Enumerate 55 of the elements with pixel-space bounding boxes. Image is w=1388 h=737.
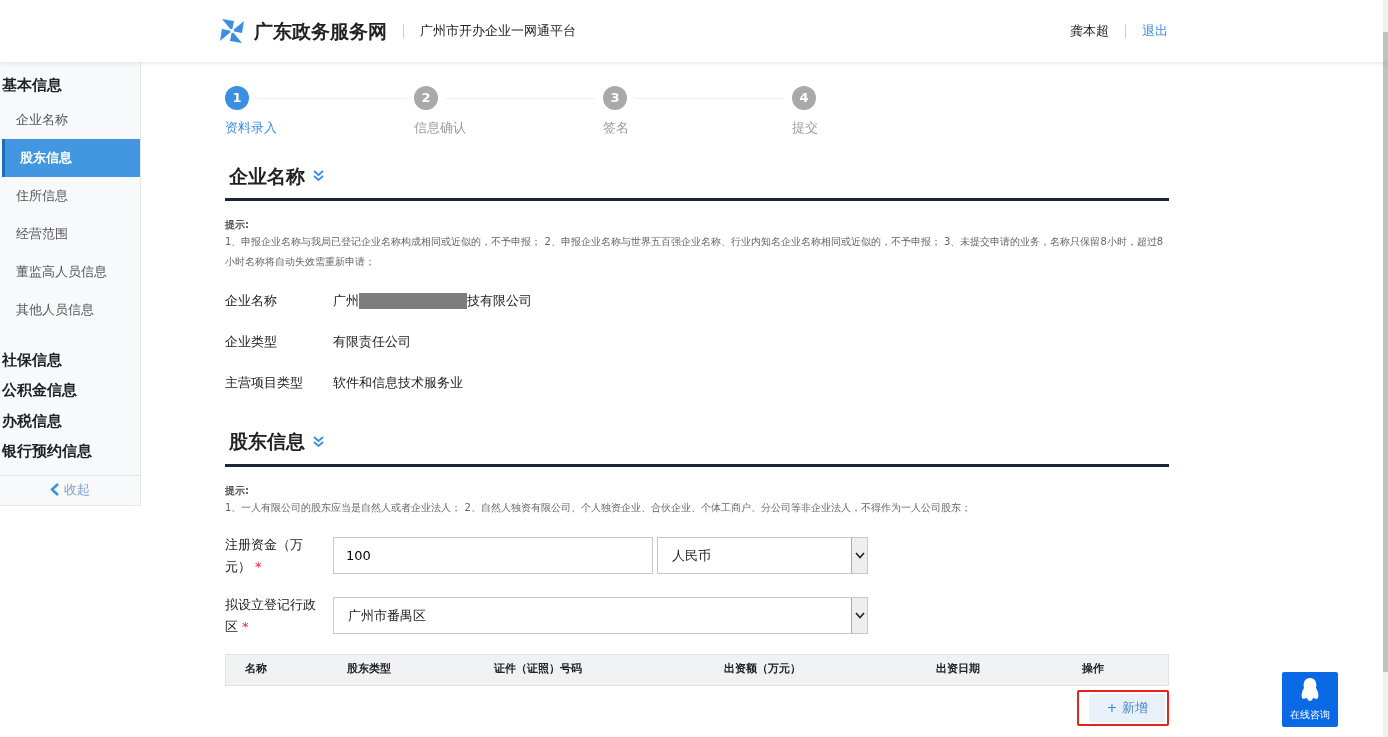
column-header: 证件（证照）号码 [494,662,582,676]
field-value: 广州 技有限公司 [333,291,532,311]
column-header: 出资日期 [936,662,980,676]
tip-title: 提示: [225,218,250,232]
field-value: 软件和信息技术服务业 [333,373,463,392]
sidebar-item[interactable]: 经营范围 [2,214,140,253]
field-label: 企业类型 [225,332,278,351]
chevron-left-icon [50,482,60,496]
section-title: 股东信息 [229,429,305,454]
double-chevron-down-icon[interactable] [313,435,324,447]
column-header: 名称 [245,662,267,676]
platform-title: 广州市开办企业一网通平台 [420,22,576,41]
pinwheel-logo-icon [218,17,246,45]
field-label: 主营项目类型 [225,373,304,392]
sidebar-item[interactable]: 其他人员信息 [2,290,140,329]
tip-text: 1、申报企业名称与我局已登记企业名称构成相同或近似的，不予申报； 2、申报企业名称与世界五百强企业名称、行业内知名企业名称相同或近似的，不予申报； 3、未提交申请的业务，名称只保留8小时，超过8小时名称将自动失效需重新申请； [225,235,1165,269]
penguin-icon [1300,677,1320,703]
add-button[interactable]: + 新增 [1089,693,1165,722]
double-chevron-down-icon[interactable] [313,170,324,182]
sidebar-item[interactable]: 企业名称 [2,100,140,139]
column-header: 股东类型 [347,662,391,676]
step-label: 提交 [792,120,818,135]
sidebar-item[interactable]: 住所信息 [2,176,140,215]
field-label: 拟设立登记行政区 * [225,595,317,636]
column-header: 操作 [1082,662,1104,676]
step-number: 3 [603,86,627,110]
step-label: 资料录入 [225,120,277,135]
select-field[interactable]: 人民币 [657,537,868,574]
chevron-down-icon [854,612,865,619]
sidebar-group-title[interactable]: 社保信息 [0,344,140,375]
section-title: 企业名称 [229,163,305,189]
sidebar-group-title[interactable]: 银行预约信息 [0,436,140,467]
step-label: 签名 [603,120,629,135]
input-field[interactable]: 100 [333,537,653,574]
sidebar-group-title[interactable]: 公积金信息 [0,375,140,406]
tip-text: 1、一人有限公司的股东应当是自然人或者企业法人； 2、自然人独资有限公司、个人独资企业、合伙企业、个体工商户、分公司等非企业法人，不得作为一人公司股东； [225,500,972,515]
tip-title: 提示: [225,483,250,498]
field-value: 有限责任公司 [333,332,411,351]
step-number: 2 [414,86,438,110]
column-header: 出资额（万元） [723,662,801,676]
select-field[interactable]: 广州市番禺区 [333,597,868,634]
sidebar-item[interactable]: 董监高人员信息 [2,252,140,291]
step-number: 1 [225,86,249,110]
site-title: 广东政务服务网 [254,18,387,44]
step-label: 信息确认 [414,120,466,135]
sidebar-group-title[interactable]: 基本信息 [0,70,140,101]
scrollbar[interactable] [1383,0,1388,737]
online-consult-button[interactable]: 在线咨询 [1282,672,1338,727]
field-label: 企业名称 [225,291,278,310]
sidebar-group-title[interactable]: 办税信息 [0,405,140,436]
step-number: 4 [792,86,816,110]
user-name: 龚本超 [1070,22,1109,41]
logout-link[interactable]: 退出 [1142,21,1168,41]
chevron-down-icon [854,552,865,559]
field-label: 注册资金（万元） * [225,535,304,576]
